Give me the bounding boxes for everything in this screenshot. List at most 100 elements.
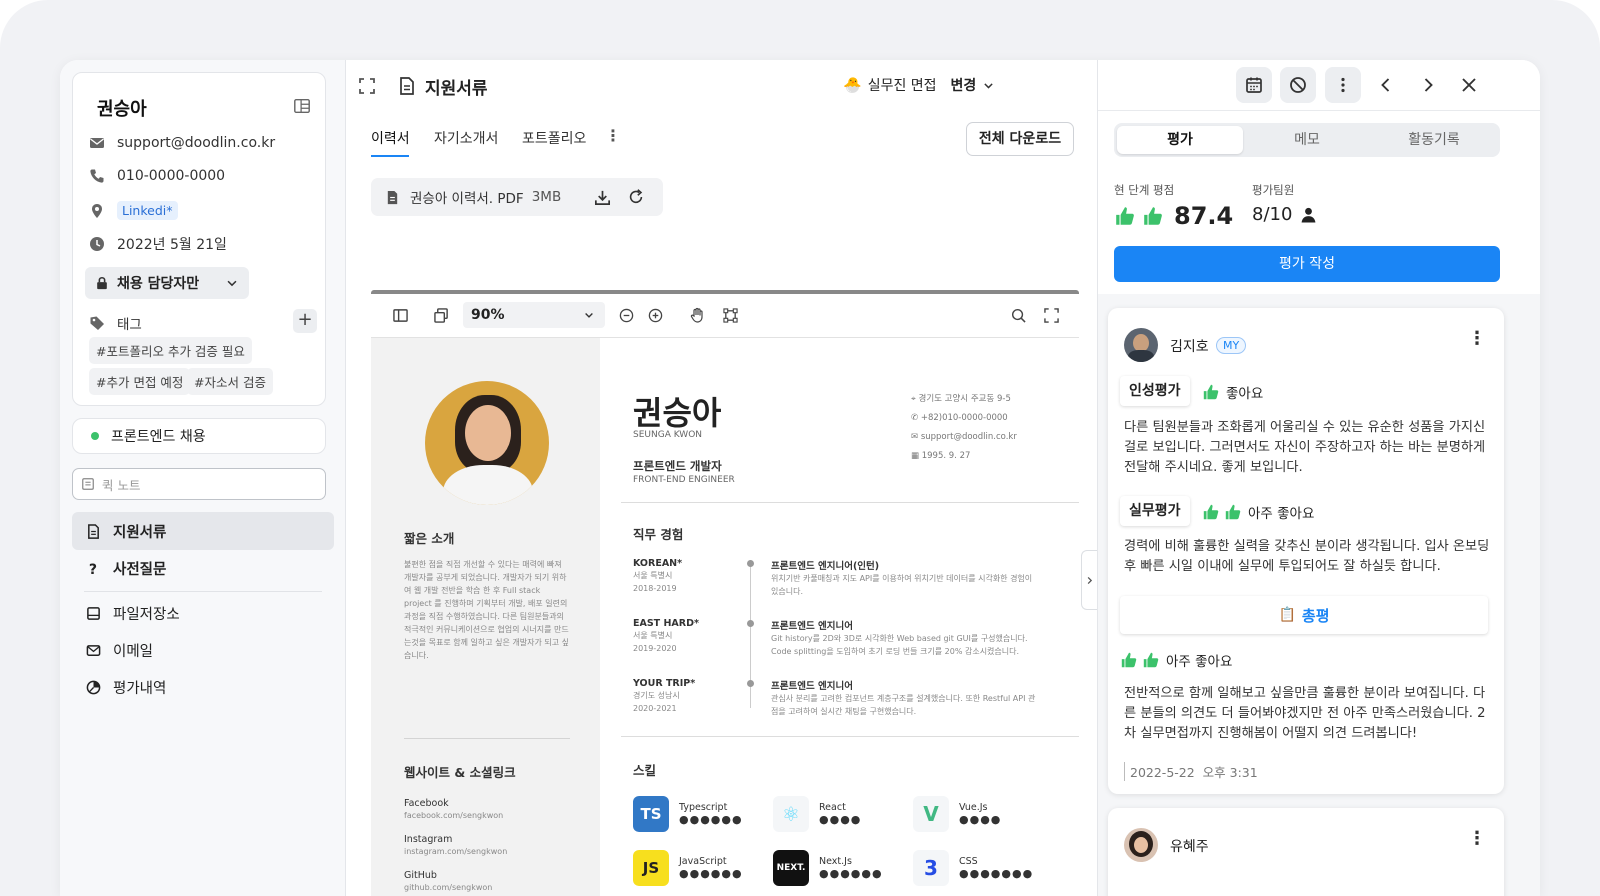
chevron-down-icon [984,82,993,89]
expand-icon[interactable] [357,76,377,96]
date-row: 2022년 5월 21일 [89,234,227,254]
nav-questions-label: 사전질문 [113,561,167,578]
summary-comment: 전반적으로 함께 일해보고 싶을만큼 훌륭한 분이라 보여집니다. 다른 분들의… [1124,686,1486,741]
photo-face [465,405,511,461]
skill-logo-icon: JS [633,850,669,886]
review-card: 김지호 MY ⋮ 인성평가 좋아요 다른 팀원분들과 조화롭게 어울리실 수 있… [1108,308,1504,794]
contact-birth: 1995. 9. 27 [921,451,971,461]
skill-logo-icon: ⚛ [773,796,809,832]
lock-icon [97,276,107,290]
sidebar-toggle-icon[interactable] [393,308,408,323]
resume-role-ko: 프론트엔드 개발자 [633,459,722,473]
reviewer-name: 유혜주 [1170,839,1209,855]
more-options-button[interactable] [1325,67,1361,103]
evaluation-panel: 평가 메모 활동기록 현 단계 평점 87.4 평가팀원 8/10 평가 작성 … [1097,60,1540,896]
pdf-toolbar: 90% [371,294,1079,338]
email-row: support@doodlin.co.kr [89,135,275,151]
close-icon[interactable] [1459,75,1479,95]
position-card[interactable]: 프론트엔드 채용 [72,418,326,454]
review-menu-icon[interactable]: ⋮ [1468,328,1486,349]
schedule-button[interactable] [1236,67,1272,103]
next-icon[interactable] [1418,75,1438,95]
hand-tool-icon[interactable] [689,307,705,323]
more-tabs-icon[interactable]: ⋮ [605,126,621,145]
refresh-icon[interactable] [627,188,645,206]
quick-note-placeholder: 퀵 노트 [102,477,141,493]
summary-rating-text: 아주 좋아요 [1166,654,1233,670]
quick-note-input[interactable]: 퀵 노트 [72,468,326,500]
contact-address: 경기도 고양시 주교동 9-5 [918,394,1011,404]
nav-divider [84,591,322,592]
candidate-sidebar: 권승아 support@doodlin.co.kr 010-0000-0000 … [60,60,346,896]
clock-icon [90,237,104,251]
collapse-panel-handle[interactable] [1081,550,1097,610]
summary-rating: 아주 좋아요 [1120,650,1232,670]
social-link[interactable]: Instagram instagram.com/sengkwon [404,834,507,858]
tab-portfolio[interactable]: 포트폴리오 [522,128,586,148]
export-sheet-icon[interactable] [293,97,311,115]
tag-chip[interactable]: #추가 면접 예정 [89,368,191,395]
nav-documents[interactable]: 지원서류 [72,512,334,550]
social-link[interactable]: GitHub github.com/sengkwon [404,870,492,894]
file-chip: 권승아 이력서. PDF 3MB [371,178,663,216]
tag-row: 태그 [89,313,142,333]
app-window: 권승아 support@doodlin.co.kr 010-0000-0000 … [60,60,1540,896]
avatar-body [1128,350,1154,362]
search-icon[interactable] [1011,308,1026,323]
review-menu-icon[interactable]: ⋮ [1468,828,1486,849]
tab-activity[interactable]: 활동기록 [1371,126,1497,154]
nav-storage[interactable]: 파일저장소 [72,594,334,632]
intro-title: 짧은 소개 [404,531,455,546]
linkedin-link[interactable]: Linkedi* [117,201,178,220]
visibility-select[interactable]: 채용 담당자만 [85,267,249,299]
links-title: 웹사이트 & 소셜링크 [404,765,516,780]
stage-selector[interactable]: 🐣 실무진 면접 변경 [843,75,995,95]
tag-label: 태그 [117,317,142,333]
zoom-select[interactable]: 90% [463,302,605,328]
add-tag-button[interactable]: + [293,309,317,333]
tag-chip[interactable]: #자소서 검증 [187,368,273,395]
timeline-dot [747,620,754,627]
tab-evaluation[interactable]: 평가 [1117,126,1243,154]
fit-page-icon[interactable] [723,308,738,323]
contact-email: support@doodlin.co.kr [920,432,1017,442]
zoom-out-icon[interactable] [619,308,634,323]
stage-change-label: 변경 [950,78,977,94]
tab-resume[interactable]: 이력서 [371,128,410,148]
download-icon[interactable] [593,188,612,207]
tab-memo[interactable]: 메모 [1244,126,1370,154]
thumbs-up-icon [1225,504,1241,520]
thumbs-up-icon [1144,207,1162,225]
eval-tabs: 평가 메모 활동기록 [1114,123,1500,157]
question-icon: ? [89,562,97,576]
nav-storage-label: 파일저장소 [113,606,180,623]
nav-evaluations[interactable]: 평가내역 [72,668,334,706]
tab-cover-letter[interactable]: 자기소개서 [434,128,498,148]
social-link[interactable]: Facebook facebook.com/sengkwon [404,798,503,822]
exp-desc: 관심사 분리를 고려한 컴포넌트 계층구조를 설계했습니다. 또한 Restfu… [771,694,1036,716]
exp-desc: 위치기반 카풀매칭과 지도 API를 이용하여 위치기반 데이터를 시각화한 경… [771,574,1033,596]
tag-chip[interactable]: #포트폴리오 추가 검증 필요 [89,337,252,364]
download-all-button[interactable]: 전체 다운로드 [966,122,1074,156]
experience-item: EAST HARD* 서울 특별시 2019-2020 프론트엔드 엔지니어 G… [633,618,1053,656]
intro-text: 불편한 점을 직접 개선할 수 있다는 매력에 빠져 개발자를 공부게 되었습니… [404,560,569,660]
email-text[interactable]: support@doodlin.co.kr [117,135,275,151]
resume-page: 짧은 소개 불편한 점을 직접 개선할 수 있다는 매력에 빠져 개발자를 공부… [371,338,1079,896]
position-status-dot [91,432,99,440]
reject-button[interactable] [1280,67,1316,103]
nav-email[interactable]: 이메일 [72,631,334,669]
my-badge: MY [1216,337,1247,354]
review-timestamp: 2022-5-22 오후 3:31 [1124,762,1258,781]
previous-icon[interactable] [1376,75,1396,95]
skill-level: ●●●●●●● [959,867,1034,880]
skill-level: ●●●● [959,813,1002,826]
social-link-url: github.com/sengkwon [404,883,493,892]
copy-pages-icon[interactable] [434,308,449,323]
tag-icon [90,316,104,330]
nav-questions[interactable]: ? 사전질문 [72,549,334,587]
chevron-down-icon [585,313,593,318]
zoom-in-icon[interactable] [648,308,663,323]
fullscreen-icon[interactable] [1044,308,1059,323]
write-evaluation-button[interactable]: 평가 작성 [1114,246,1500,282]
practical-rating: 아주 좋아요 [1202,502,1314,522]
